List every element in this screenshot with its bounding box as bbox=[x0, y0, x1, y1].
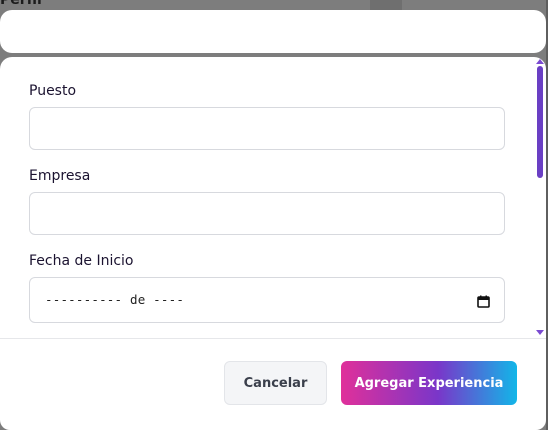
modal-body: Puesto Empresa Fecha de Inicio ---------… bbox=[0, 57, 546, 338]
cancel-button[interactable]: Cancelar bbox=[224, 361, 327, 405]
position-label: Puesto bbox=[29, 83, 77, 99]
footer-divider bbox=[0, 338, 546, 339]
calendar-icon[interactable] bbox=[477, 293, 490, 308]
scroll-down-arrow-icon[interactable] bbox=[536, 330, 544, 335]
modal-scrollbar[interactable] bbox=[533, 57, 546, 338]
add-experience-button[interactable]: Agregar Experiencia bbox=[341, 361, 517, 405]
position-input[interactable] bbox=[29, 107, 505, 150]
start-date-input[interactable]: ---------- de ---- bbox=[29, 277, 505, 323]
scrollbar-thumb[interactable] bbox=[537, 66, 543, 178]
company-input[interactable] bbox=[29, 192, 505, 235]
company-label: Empresa bbox=[29, 168, 91, 184]
backdrop-heading: Perfil bbox=[0, 0, 42, 8]
modal-header bbox=[0, 10, 546, 53]
scroll-up-arrow-icon[interactable] bbox=[536, 59, 544, 64]
start-date-value: ---------- de ---- bbox=[45, 292, 185, 307]
add-experience-modal: Puesto Empresa Fecha de Inicio ---------… bbox=[0, 57, 546, 430]
start-date-label: Fecha de Inicio bbox=[29, 253, 134, 269]
